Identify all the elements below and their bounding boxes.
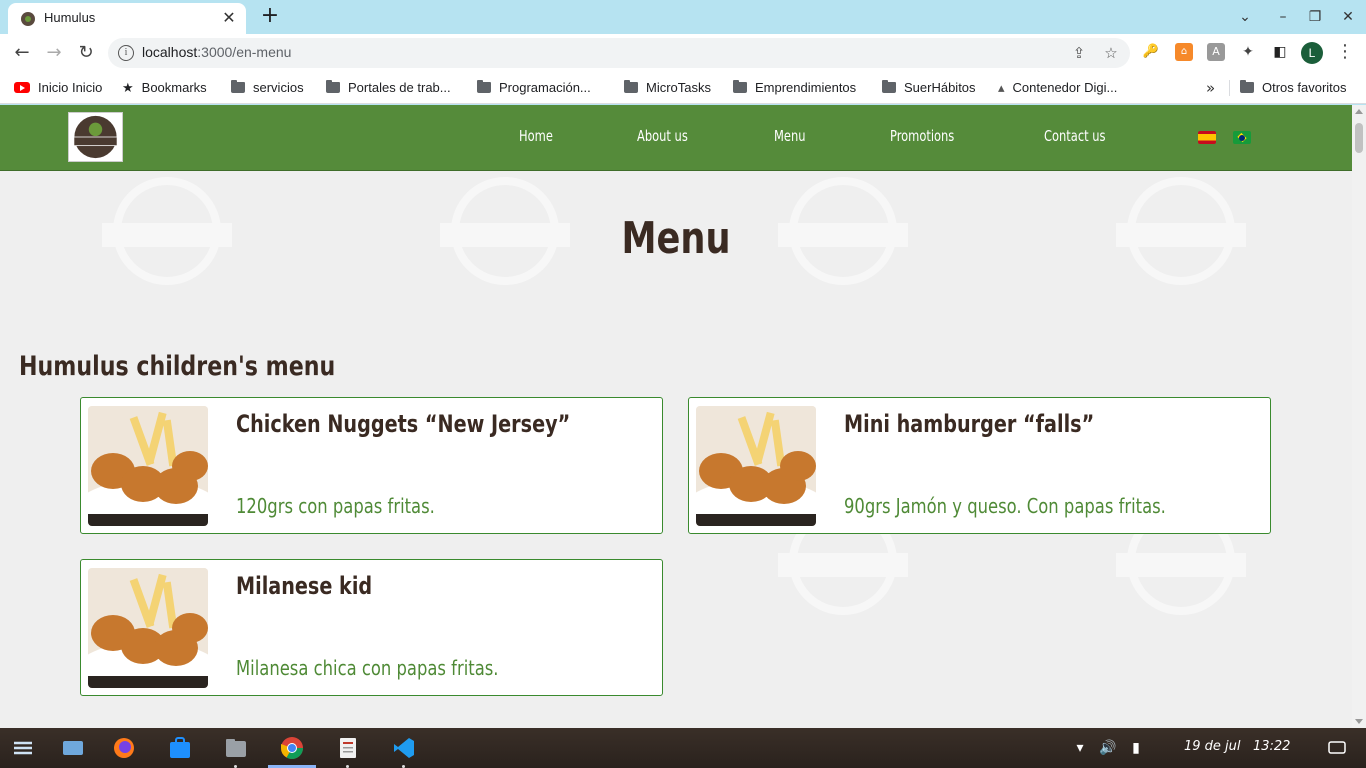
menu-item-card[interactable]: Chicken Nuggets “New Jersey” 120grs con …: [80, 397, 663, 534]
back-icon[interactable]: ←: [9, 41, 35, 67]
site-info-icon[interactable]: i: [118, 45, 134, 61]
store-icon[interactable]: [168, 736, 192, 760]
folder-icon: [326, 80, 340, 93]
bookmark-folder[interactable]: servicios: [231, 78, 304, 98]
brazil-flag-icon[interactable]: [1233, 131, 1251, 144]
browser-toolbar: ← → ↻ i localhost:3000/en-menu ⇪ ☆ 🔑 ⌂ A…: [0, 34, 1366, 72]
menu-item-card[interactable]: Mini hamburger “falls” 90grs Jamón y que…: [688, 397, 1271, 534]
page-scrollbar[interactable]: [1352, 105, 1366, 728]
bookmark-folder[interactable]: SuerHábitos: [882, 78, 976, 98]
menu-item-description: 90grs Jamón y queso. Con papas fritas.: [844, 494, 1166, 518]
folder-icon: [882, 80, 896, 93]
workspaces-icon[interactable]: [61, 736, 85, 760]
chrome-icon[interactable]: [280, 736, 304, 760]
star-icon: ★: [122, 80, 134, 95]
folder-icon: [1240, 80, 1254, 93]
extension-orange-icon[interactable]: ⌂: [1175, 43, 1193, 61]
tab-title: Humulus: [44, 10, 96, 25]
os-taskbar: ▾ 🔊 ▮ 19 de jul 13:22: [0, 728, 1366, 768]
restore-icon[interactable]: ❐: [1303, 6, 1327, 28]
menu-item-name: Mini hamburger “falls”: [844, 410, 1095, 438]
menu-item-name: Milanese kid: [236, 572, 373, 600]
clock[interactable]: 19 de jul 13:22: [1184, 739, 1290, 754]
nav-about-us[interactable]: About us: [637, 127, 688, 145]
window-close-icon[interactable]: ✕: [1336, 6, 1360, 28]
section-title: Humulus children's menu: [19, 351, 336, 382]
menu-item-description: Milanesa chica con papas fritas.: [236, 656, 499, 680]
page-viewport: Home About us Menu Promotions Contact us…: [0, 105, 1352, 728]
bookmark-folder[interactable]: Emprendimientos: [733, 78, 856, 98]
notifications-icon[interactable]: [1328, 739, 1346, 757]
files-icon[interactable]: [224, 736, 248, 760]
bookmark-item[interactable]: ▴ Contenedor Digi...: [998, 78, 1117, 98]
page-title: Menu: [621, 213, 731, 264]
volume-icon[interactable]: 🔊: [1099, 739, 1117, 757]
drive-icon: ▴: [998, 80, 1005, 95]
menu-item-name: Chicken Nuggets “New Jersey”: [236, 410, 571, 438]
nav-menu[interactable]: Menu: [774, 127, 806, 145]
menu-item-description: 120grs con papas fritas.: [236, 494, 435, 518]
youtube-icon: [14, 82, 30, 93]
extension-key-icon[interactable]: 🔑: [1142, 43, 1160, 61]
scroll-down-icon[interactable]: [1355, 719, 1363, 724]
address-bar[interactable]: i localhost:3000/en-menu ⇪ ☆: [108, 38, 1130, 68]
url-text: localhost:3000/en-menu: [142, 44, 292, 60]
bookmark-item[interactable]: ★ Bookmarks: [122, 78, 207, 98]
bookmark-folder[interactable]: MicroTasks: [624, 78, 711, 98]
profile-avatar[interactable]: L: [1301, 42, 1323, 64]
spanish-flag-icon[interactable]: [1198, 131, 1216, 144]
bookmarks-bar: Inicio Inicio ★ Bookmarks servicios Porta…: [0, 72, 1366, 104]
forward-icon[interactable]: →: [41, 41, 67, 67]
bookmark-folder[interactable]: Programación...: [477, 78, 591, 98]
more-bookmarks-icon[interactable]: »: [1206, 78, 1215, 98]
browser-tab[interactable]: Humulus ✕: [8, 3, 246, 34]
folder-icon: [231, 80, 245, 93]
nav-promotions[interactable]: Promotions: [890, 127, 954, 145]
nav-home[interactable]: Home: [519, 127, 553, 145]
nuggets-image: [88, 568, 208, 688]
menu-item-card[interactable]: Milanese kid Milanesa chica con papas fr…: [80, 559, 663, 696]
reload-icon[interactable]: ↻: [73, 41, 99, 67]
folder-icon: [733, 80, 747, 93]
bookmark-folder[interactable]: Portales de trab...: [326, 78, 451, 98]
folder-icon: [477, 80, 491, 93]
site-favicon-icon: [21, 12, 35, 26]
browser-tab-strip: Humulus ✕ + ⌄ – ❐ ✕: [0, 0, 1366, 34]
extension-a-icon[interactable]: A: [1207, 43, 1225, 61]
scroll-thumb[interactable]: [1355, 123, 1363, 153]
launcher-icon[interactable]: [11, 736, 35, 760]
new-tab-button[interactable]: +: [258, 5, 282, 29]
share-icon[interactable]: ⇪: [1070, 44, 1088, 62]
bookmark-item[interactable]: Inicio Inicio: [14, 78, 102, 98]
wifi-icon[interactable]: ▾: [1071, 739, 1089, 757]
nav-contact-us[interactable]: Contact us: [1044, 127, 1106, 145]
extensions-puzzle-icon[interactable]: ✦: [1239, 43, 1257, 61]
nuggets-image: [88, 406, 208, 526]
scroll-up-icon[interactable]: [1355, 109, 1363, 114]
humulus-logo[interactable]: [68, 112, 123, 162]
firefox-icon[interactable]: [112, 736, 136, 760]
bookmarks-separator: [1229, 80, 1230, 96]
bookmark-star-icon[interactable]: ☆: [1102, 44, 1120, 62]
tab-close-icon[interactable]: ✕: [220, 9, 238, 27]
battery-icon[interactable]: ▮: [1127, 739, 1145, 757]
minimize-icon[interactable]: –: [1271, 6, 1295, 28]
site-navbar: Home About us Menu Promotions Contact us: [0, 105, 1352, 171]
text-editor-icon[interactable]: [336, 736, 360, 760]
side-panel-icon[interactable]: ◧: [1271, 43, 1289, 61]
browser-menu-icon[interactable]: ⋮: [1336, 42, 1354, 64]
vscode-icon[interactable]: [392, 736, 416, 760]
tab-search-icon[interactable]: ⌄: [1233, 6, 1257, 28]
folder-icon: [624, 80, 638, 93]
other-bookmarks-folder[interactable]: Otros favoritos: [1240, 78, 1347, 98]
nuggets-image: [696, 406, 816, 526]
